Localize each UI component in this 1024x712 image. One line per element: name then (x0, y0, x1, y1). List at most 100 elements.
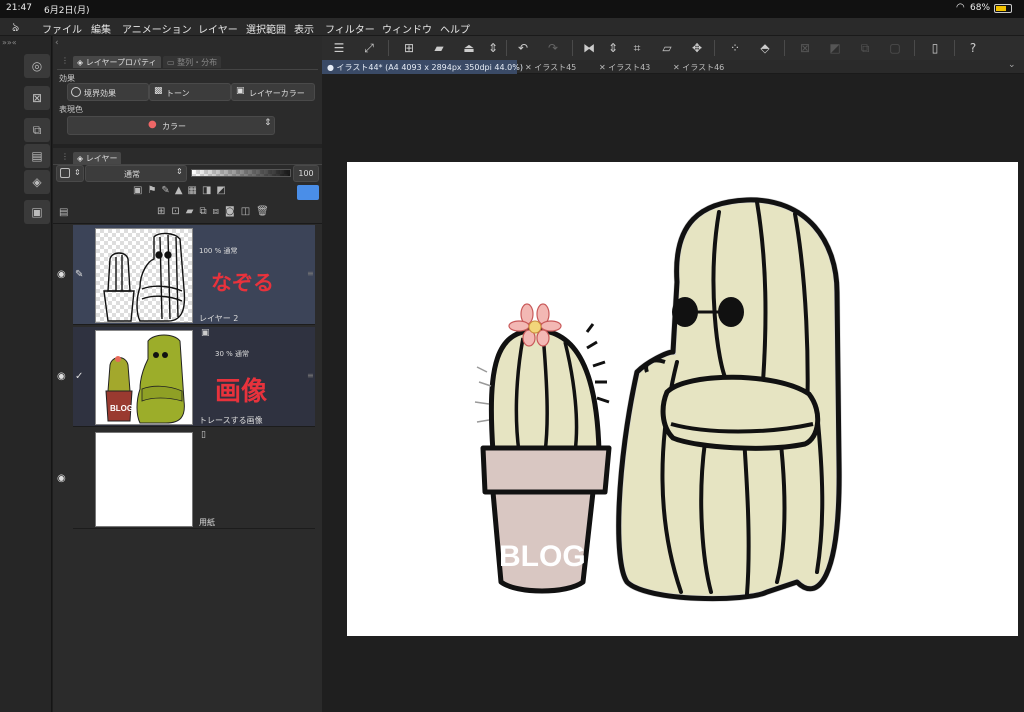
align-icon: ▭ (167, 58, 178, 67)
command-bar: ☰ ⤢ ⊞ ▰ ⏏ ⇕ ↶ ↷ ⧓ ⇕ ⌗ ▱ ✥ ⁘ ⬘ ⊠ ◩ ⧉ ▢ ▯ … (322, 36, 1024, 60)
updown-icon[interactable]: ⇕ (604, 39, 622, 57)
mask-icon[interactable]: ◨ (202, 185, 216, 196)
blend-mode-select[interactable]: 通常 ⇕ (85, 165, 187, 182)
layer-row-paper[interactable]: ◉ ▯ 用紙 (57, 429, 315, 529)
menu-edit[interactable]: 編集 (91, 21, 111, 36)
collapse-arrow-icon[interactable]: ‹ (55, 38, 59, 48)
menu-view[interactable]: 表示 (294, 21, 314, 36)
new-folder-icon[interactable]: ▰ (186, 206, 200, 217)
layer-palette-icon[interactable]: ◈ (24, 170, 50, 194)
menu-hamburger-icon[interactable]: ☰ (330, 39, 348, 57)
mask-layer-icon[interactable]: ◙ (225, 206, 241, 217)
updown-icon[interactable]: ⇕ (484, 39, 502, 57)
layer-color-mode-select[interactable]: ⇕ (56, 165, 84, 182)
material-icon[interactable]: ⧉ (24, 118, 50, 142)
invert-icon[interactable]: ◩ (826, 39, 844, 57)
free-transform-icon[interactable]: ▱ (658, 39, 676, 57)
edit-pen-icon[interactable]: ✎ (75, 269, 83, 280)
new-vector-layer-icon[interactable]: ⊡ (171, 206, 185, 217)
tab-layers[interactable]: ◈ レイヤー (73, 152, 122, 164)
clear-icon[interactable]: ⊠ (796, 39, 814, 57)
menu-window[interactable]: ウィンドウ (382, 21, 432, 36)
tab-illust46[interactable]: ✕ イラスト46 (668, 60, 729, 74)
tab-layer-property[interactable]: ◈ レイヤープロパティ (73, 56, 161, 68)
check-icon[interactable]: ✓ (75, 371, 83, 382)
transfer-icon[interactable]: ⧉ (199, 206, 212, 217)
flip-horizontal-icon[interactable]: ⧓ (580, 39, 598, 57)
menu-layer[interactable]: レイヤー (198, 21, 238, 36)
help-icon[interactable]: ? (964, 39, 982, 57)
drag-handle-icon[interactable]: ≡ (307, 371, 314, 380)
lock-icon[interactable]: ▲ (175, 185, 188, 196)
lock-alpha-icon[interactable]: ▦ (188, 185, 202, 196)
canvas-paper[interactable]: BLOG (347, 162, 1018, 636)
move-icon[interactable]: ✥ (688, 39, 706, 57)
expand-arrows-icon[interactable]: »»« (2, 38, 17, 47)
grip-icon[interactable]: ⋮ (61, 56, 69, 65)
tab-illust43[interactable]: ✕ イラスト43 (594, 60, 655, 74)
layer-type-icon: ▣ (201, 328, 210, 338)
apply-mask-icon[interactable]: ◫ (241, 206, 256, 217)
updown-icon: ⇕ (264, 118, 272, 128)
opacity-slider[interactable] (191, 169, 291, 177)
close-icon[interactable]: ✕ (599, 63, 608, 72)
ref-icon[interactable]: ⚑ (147, 185, 161, 196)
pot-blog-text: BLOG (499, 540, 586, 573)
clip-icon[interactable]: ▣ (133, 185, 147, 196)
menu-help[interactable]: ヘルプ (440, 21, 470, 36)
sub-view-icon[interactable]: ▤ (24, 144, 50, 168)
redo-icon[interactable]: ↷ (544, 39, 562, 57)
close-icon[interactable]: ✕ (525, 63, 534, 72)
smartphone-icon[interactable]: ▯ (926, 39, 944, 57)
layer-property-icon: ◈ (77, 58, 86, 67)
drag-handle-icon[interactable]: ≡ (307, 269, 314, 278)
palette-color-icon[interactable]: ◩ (216, 185, 230, 196)
navigator-icon[interactable]: ◎ (24, 54, 50, 78)
layer-lock-tools-row: ▣⚑✎▲▦◨◩ (133, 185, 319, 200)
layer-opacity-mode: 100 % 通常 (199, 247, 238, 255)
layer-color-button[interactable]: ▣ レイヤーカラー (231, 83, 315, 101)
close-icon[interactable]: ✕ (673, 63, 682, 72)
fill-bucket-icon[interactable]: ⬘ (756, 39, 774, 57)
merge-icon[interactable]: ⧈ (213, 206, 225, 217)
new-file-icon[interactable]: ⊞ (400, 39, 418, 57)
visibility-eye-icon[interactable]: ◉ (57, 269, 66, 280)
tone-button[interactable]: ▩ トーン (149, 83, 231, 101)
save-icon[interactable]: ⏏ (460, 39, 478, 57)
layer-row-trace-image[interactable]: ◉ ✓ BLOG ▣ 30 % 通常 画像 トレースする画像 ≡ (57, 327, 315, 427)
tab-align[interactable]: ▭ 整列・分布 (163, 56, 222, 68)
menu-filter[interactable]: フィルター (325, 21, 375, 36)
tab-illust44[interactable]: ● イラスト44* (A4 4093 x 2894px 350dpi 44.0%… (322, 60, 523, 74)
visibility-eye-icon[interactable]: ◉ (57, 371, 66, 382)
tool-property-icon[interactable]: ⊠ (24, 86, 50, 110)
expression-color-select[interactable]: ● カラー ⇕ (67, 116, 275, 135)
tabs-chevron-down-icon[interactable]: ⌄ (1008, 60, 1016, 70)
layer-menu-icon[interactable]: ▤ (59, 207, 68, 218)
history-icon[interactable]: ▣ (24, 200, 50, 224)
trash-icon[interactable]: 🗑 (256, 206, 275, 217)
frame-icon[interactable]: ▢ (886, 39, 904, 57)
updown-icon: ⇕ (74, 168, 81, 177)
draft-icon[interactable]: ✎ (161, 185, 174, 196)
layer-color-swatch-button[interactable] (297, 185, 319, 200)
layers-icon: ◈ (77, 154, 86, 163)
select-all-icon[interactable]: ⁘ (726, 39, 744, 57)
undo-icon[interactable]: ↶ (514, 39, 532, 57)
paper-layer-icon: ▯ (201, 430, 206, 440)
open-folder-icon[interactable]: ▰ (430, 39, 448, 57)
new-raster-layer-icon[interactable]: ⊞ (157, 206, 171, 217)
transform-icon[interactable]: ⌗ (628, 39, 646, 57)
menu-selection[interactable]: 選択範囲 (246, 21, 286, 36)
tab-illust45[interactable]: ✕ イラスト45 (520, 60, 581, 74)
annotation-image: 画像 (215, 377, 268, 407)
modified-dot-icon: ● (327, 63, 337, 72)
menu-animation[interactable]: アニメーション (122, 21, 192, 36)
grip-icon[interactable]: ⋮ (61, 152, 69, 161)
border-effect-button[interactable]: 境界効果 (67, 83, 149, 101)
menu-file[interactable]: ファイル (42, 21, 82, 36)
visibility-eye-icon[interactable]: ◉ (57, 473, 66, 484)
fullscreen-icon[interactable]: ⤢ (360, 39, 378, 57)
opacity-value[interactable]: 100 (293, 165, 319, 182)
layer-row-layer2[interactable]: ◉ ✎ 100 % 通常 なぞる レイヤー 2 ≡ (57, 225, 315, 325)
crop-icon[interactable]: ⧉ (856, 39, 874, 57)
